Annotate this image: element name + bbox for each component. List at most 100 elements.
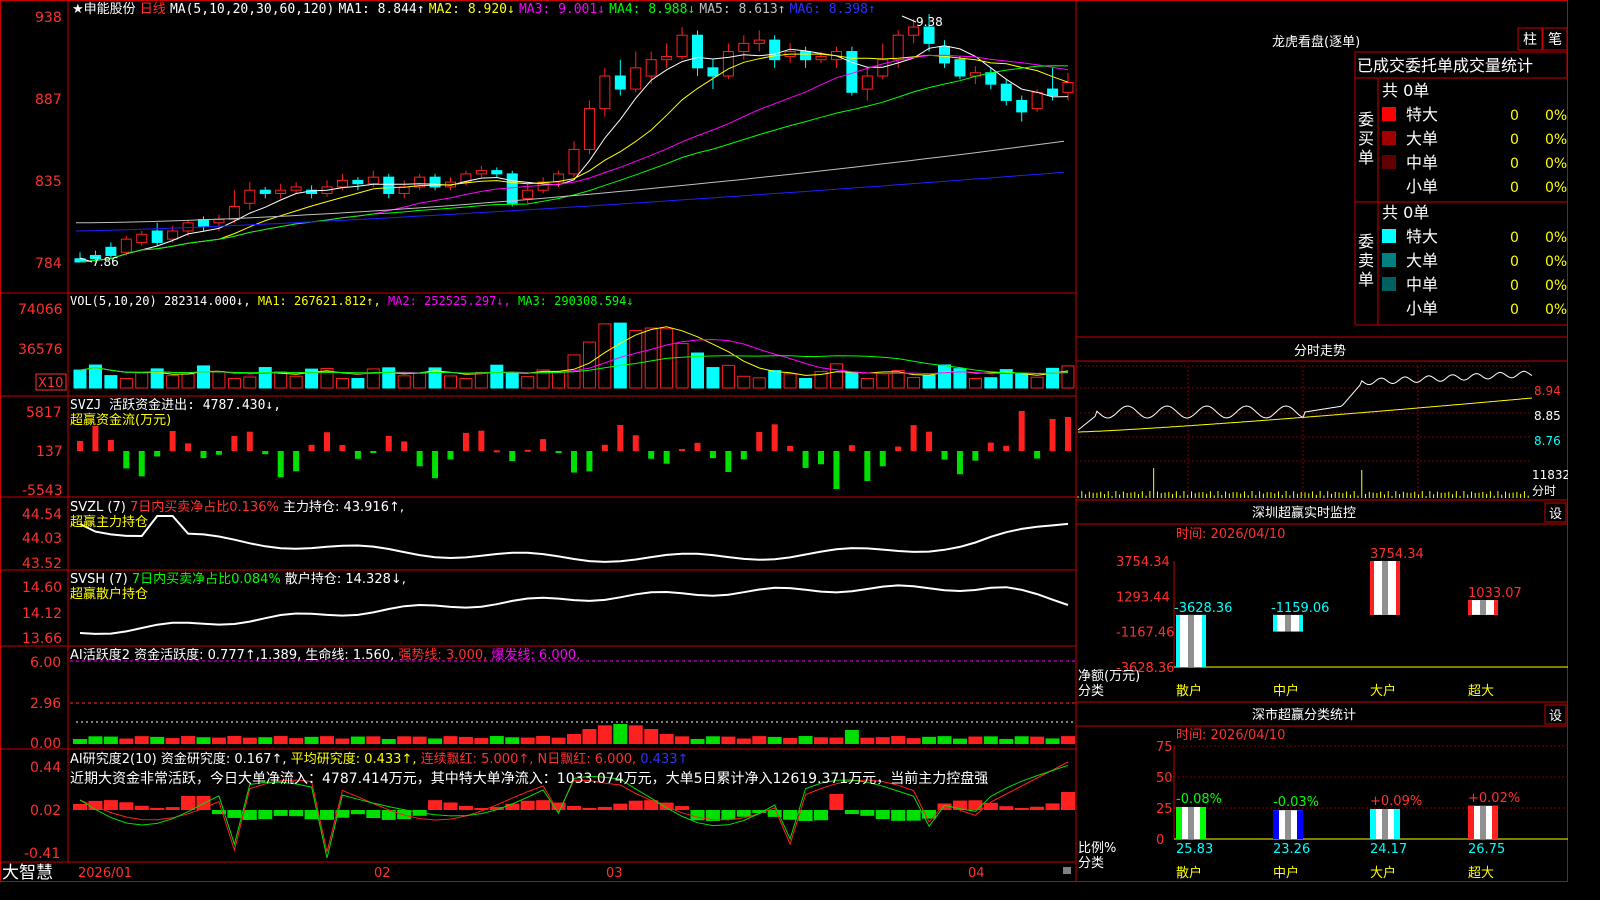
classify-bar-edge <box>1273 810 1279 839</box>
monitor-axis-tick: 1293.44 <box>1116 590 1170 605</box>
volume-bar <box>490 364 504 389</box>
svzj-header: SVZJ 活跃资金进出: 4787.430↓, <box>70 397 281 413</box>
monitor-value-label: -1159.06 <box>1271 601 1329 616</box>
buy-side-label: 委 <box>1358 110 1374 129</box>
candle-body <box>290 186 302 191</box>
sell-row-label: 大单 <box>1406 251 1438 270</box>
price-panel[interactable] <box>74 14 1074 263</box>
ai-research-axis-2: -0.41 <box>24 846 60 862</box>
sell-row-count: 0 <box>1510 302 1519 318</box>
volume-bar <box>860 378 874 389</box>
classify-bar-edge <box>1468 805 1474 839</box>
date-tick-0: 2026/01 <box>78 866 132 881</box>
intraday-panel[interactable] <box>1076 365 1533 498</box>
research-bar <box>582 807 597 810</box>
svzj-bar <box>679 449 686 452</box>
svzj-bar <box>694 442 701 451</box>
monitor-value-label: -3628.36 <box>1174 601 1232 616</box>
research-bar <box>134 805 149 810</box>
classify-settings-label: 设 <box>1549 709 1562 724</box>
high-price-label: 9.38 <box>916 15 943 29</box>
svsh-subtitle: 超赢散户持仓 <box>70 586 148 602</box>
lock-icon[interactable] <box>1063 867 1071 874</box>
svzj-bar <box>478 430 485 451</box>
svzj-panel[interactable] <box>77 411 1071 489</box>
svzj-bar <box>154 451 161 457</box>
active-bar <box>567 734 581 744</box>
svzj-bar <box>185 443 192 451</box>
active-bar <box>968 736 983 744</box>
active-bar <box>937 736 952 744</box>
vol-header: VOL(5,10,20) 282314.000↓, MA1: 267621.81… <box>70 294 634 308</box>
candle-body <box>877 59 889 77</box>
classify-change-label: +0.02% <box>1468 791 1520 806</box>
svzj-bar <box>509 451 516 462</box>
volume-bar <box>243 376 257 389</box>
monitor-title: 深圳超赢实时监控 <box>1252 505 1356 521</box>
vol-unit: X10 <box>38 376 63 391</box>
low-price-label: 7.86 <box>92 255 119 269</box>
classify-bar-edge <box>1297 810 1303 839</box>
ma6-label: MA6: 8.398↑ <box>790 2 876 17</box>
buy-row-pct: 0% <box>1545 132 1567 148</box>
active-bar <box>875 737 890 744</box>
sell-side-label: 卖 <box>1358 251 1374 270</box>
ai-active-panel[interactable] <box>70 660 1076 744</box>
candle-body <box>939 46 950 64</box>
svsh-panel[interactable] <box>79 584 1069 635</box>
monitor-bar-core <box>1382 561 1388 615</box>
svsh-p1: SVSH (7) <box>70 572 128 587</box>
sell-row-count: 0 <box>1510 278 1519 294</box>
classify-category: 散户 <box>1176 865 1202 881</box>
svzj-bar <box>524 449 531 452</box>
sell-row-label: 小单 <box>1406 299 1438 318</box>
research-bar <box>458 805 473 810</box>
monitor-bar-core <box>1285 614 1291 632</box>
candle-body <box>861 75 873 90</box>
research-bar <box>721 810 736 820</box>
lhb-title: 龙虎看盘(逐单) <box>1272 34 1360 50</box>
tab-header[interactable]: 已成交委托单成交量统计 <box>1357 56 1533 75</box>
svzj-bar <box>277 451 284 478</box>
active-bar <box>952 738 967 744</box>
volume-bar <box>382 367 396 389</box>
svzl-subtitle: 超赢主力持仓 <box>70 514 148 530</box>
svzl-header: SVZL (7) 7日内买卖净占比0.136% 主力持仓: 43.916↑, <box>70 499 404 515</box>
vol-axis-0: 74066 <box>18 302 63 318</box>
candle-body <box>1000 83 1012 101</box>
volume-bar <box>335 378 349 389</box>
classify-change-label: -0.03% <box>1273 795 1319 810</box>
buy-swatch <box>1382 179 1396 193</box>
active-bar <box>196 737 211 744</box>
candle-body <box>1047 88 1059 97</box>
candle-body <box>614 75 626 90</box>
volume-bar <box>691 352 704 389</box>
buy-side-label: 单 <box>1358 148 1374 167</box>
monitor-bar-edge <box>1494 600 1498 615</box>
candle-body <box>198 219 209 227</box>
svzl-line <box>79 515 1069 563</box>
active-bar <box>582 729 597 744</box>
active-bar <box>412 736 427 744</box>
volume-panel[interactable] <box>73 322 1075 389</box>
research-bar <box>150 807 165 810</box>
ai-research-p2: 平均研究度: 0.433↑, <box>291 751 417 767</box>
active-bar <box>628 725 643 744</box>
buy-row-pct: 0% <box>1545 156 1567 172</box>
svzj-bar <box>385 435 392 451</box>
svzl-panel[interactable] <box>79 515 1069 563</box>
active-bar <box>1030 736 1045 744</box>
volume-bar <box>922 374 936 389</box>
svzj-bar <box>447 451 454 460</box>
monitor-panel[interactable]: 3754.341293.44-1167.46-3628.36-3628.36 -1… <box>1116 547 1568 699</box>
volume-bar <box>752 377 766 389</box>
svzj-bar <box>200 451 207 459</box>
svzj-bar <box>540 439 547 451</box>
volume-bar <box>227 378 241 389</box>
classify-panel[interactable]: 75 50 25 0 -0.08% 25.83 -0.03% 23.26 +0.09% 24.17… <box>1156 740 1568 881</box>
stock-name: ★申能股份 <box>72 2 136 17</box>
price-axis-1: 887 <box>35 92 62 108</box>
svsh-axis-2: 13.66 <box>22 631 62 647</box>
buy-total: 共 0单 <box>1382 81 1429 100</box>
svzl-axis-0: 44.54 <box>22 507 62 523</box>
